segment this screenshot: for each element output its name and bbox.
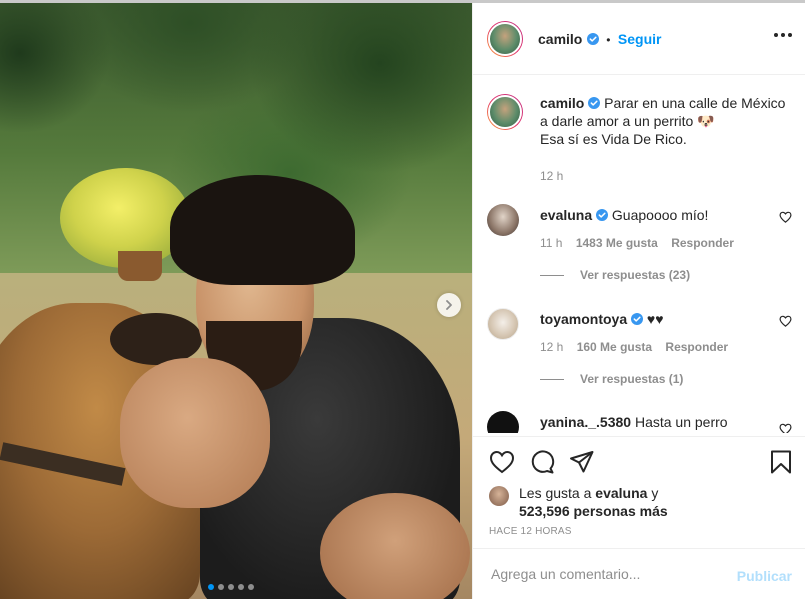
author-avatar[interactable]	[487, 21, 523, 57]
post-header: camilo • Seguir	[473, 3, 805, 75]
view-replies-button[interactable]: Ver respuestas (1)	[540, 372, 683, 386]
comment-time[interactable]: 11 h	[540, 236, 562, 250]
carousel-next-button[interactable]	[437, 293, 461, 317]
photo-man-hair	[170, 175, 355, 285]
replies-line	[540, 274, 564, 276]
caption-line: a darle amor a un perrito 🐶	[540, 113, 715, 129]
reply-button[interactable]: Responder	[671, 236, 734, 250]
likes-count[interactable]: 523,596 personas más	[519, 503, 668, 519]
like-comment-icon[interactable]	[779, 211, 792, 223]
comment-item: yanina._.5380 Hasta un perro	[487, 411, 792, 433]
view-replies-label: Ver respuestas (23)	[580, 268, 691, 282]
carousel-dot	[208, 584, 214, 590]
verified-badge-icon	[631, 313, 644, 325]
comment-likes[interactable]: 1483 Me gusta	[576, 236, 658, 250]
caption-avatar[interactable]	[487, 94, 523, 130]
likes-text[interactable]: Les gusta a evaluna y 523,596 personas m…	[519, 484, 779, 520]
post-photo[interactable]	[0, 3, 472, 599]
add-comment-bar: Publicar	[473, 548, 805, 599]
comment-time[interactable]: 12 h	[540, 340, 563, 354]
verified-badge-icon	[588, 97, 601, 109]
comment-item: evaluna Guapoooo mío! 11 h 1483 Me gusta…	[487, 204, 792, 294]
comment-meta: 12 h 160 Me gusta Responder	[540, 340, 738, 354]
likes-prefix: Les gusta a	[519, 485, 592, 501]
comment-avatar[interactable]	[487, 308, 519, 340]
caption-line: Esa sí es Vida De Rico.	[540, 131, 687, 147]
more-options-icon[interactable]	[774, 33, 792, 37]
carousel-dot	[238, 584, 244, 590]
comment-body: evaluna Guapoooo mío!	[540, 206, 770, 224]
comment-username[interactable]: evaluna	[540, 207, 592, 223]
comment-body: toyamontoya ♥♥	[540, 310, 770, 328]
comment-body: yanina._.5380 Hasta un perro	[540, 413, 770, 431]
carousel-indicators	[208, 584, 254, 590]
photo-man-arm	[120, 358, 270, 508]
caption-line: Parar en una calle de México	[604, 95, 786, 111]
comment-username[interactable]: toyamontoya	[540, 311, 627, 327]
chevron-right-icon	[446, 300, 452, 310]
liker-avatar[interactable]	[489, 486, 509, 506]
post-timestamp[interactable]: HACE 12 HORAS	[489, 526, 572, 537]
verified-badge-icon	[596, 209, 609, 221]
reply-button[interactable]: Responder	[665, 340, 728, 354]
like-comment-icon[interactable]	[779, 315, 792, 327]
comment-text: Guapoooo mío!	[611, 207, 709, 223]
comment-avatar[interactable]	[487, 411, 519, 433]
post-actions: Les gusta a evaluna y 523,596 personas m…	[473, 436, 805, 548]
comment-item: toyamontoya ♥♥ 12 h 160 Me gusta Respond…	[487, 308, 792, 398]
follow-button[interactable]: Seguir	[618, 31, 662, 47]
caption-time[interactable]: 12 h	[540, 169, 563, 183]
verified-badge-icon	[586, 33, 599, 45]
caption-text: camilo Parar en una calle de México a da…	[540, 94, 790, 148]
carousel-dot	[228, 584, 234, 590]
carousel-dot	[248, 584, 254, 590]
comment-input[interactable]	[489, 565, 723, 583]
header-separator: •	[606, 33, 611, 47]
like-comment-icon[interactable]	[779, 423, 792, 433]
view-replies-label: Ver respuestas (1)	[580, 372, 684, 386]
liker-username[interactable]: evaluna	[595, 485, 647, 501]
replies-line	[540, 378, 564, 380]
comment-text: ♥♥	[646, 311, 664, 327]
comment-bubble-icon[interactable]	[529, 450, 555, 474]
save-bookmark-icon[interactable]	[770, 450, 792, 474]
comment-avatar[interactable]	[487, 204, 519, 236]
like-heart-icon[interactable]	[489, 450, 515, 474]
comment-text: Hasta un perro	[634, 414, 728, 430]
likes-conjunction: y	[651, 485, 659, 501]
caption-username[interactable]: camilo	[540, 95, 584, 111]
comment-likes[interactable]: 160 Me gusta	[577, 340, 652, 354]
carousel-dot	[218, 584, 224, 590]
author-username[interactable]: camilo	[538, 31, 582, 47]
view-replies-button[interactable]: Ver respuestas (23)	[540, 268, 690, 282]
post-side-panel: camilo • Seguir camilo Parar en una call…	[472, 3, 805, 599]
share-paper-plane-icon[interactable]	[569, 450, 595, 474]
photo-pot	[118, 251, 162, 281]
comment-meta: 11 h 1483 Me gusta Responder	[540, 236, 744, 250]
comment-username[interactable]: yanina._.5380	[540, 414, 631, 430]
publish-button[interactable]: Publicar	[737, 568, 792, 584]
